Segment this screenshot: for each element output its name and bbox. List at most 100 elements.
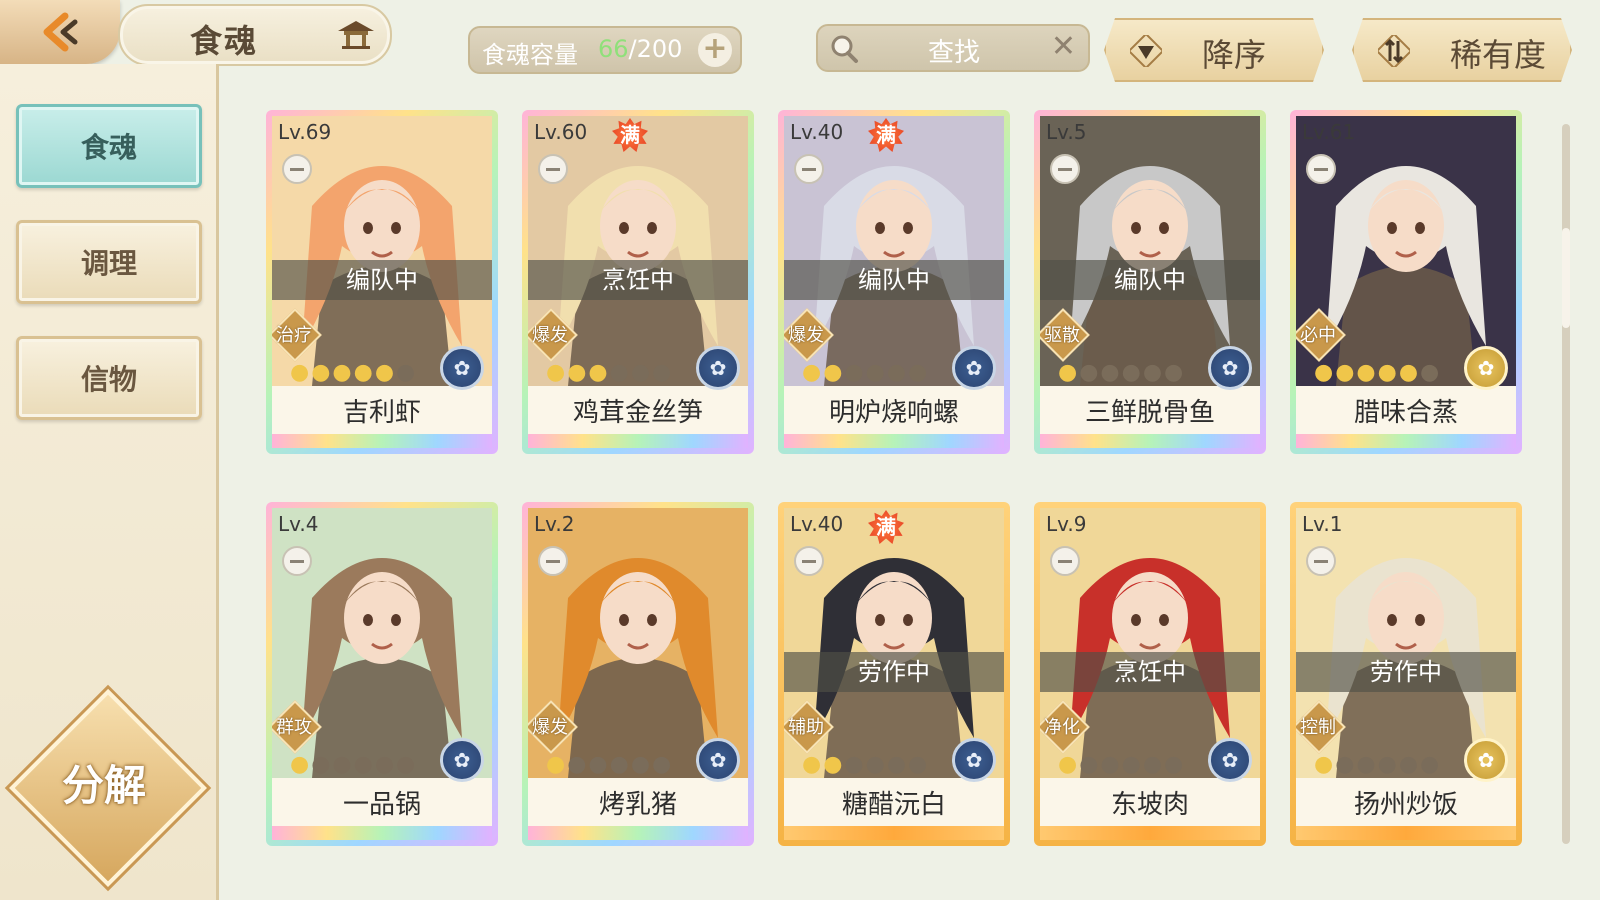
star-rating: ●●●●●● bbox=[290, 752, 418, 777]
element-emblem-icon: ✿ bbox=[952, 738, 996, 782]
element-emblem-icon: ✿ bbox=[1208, 346, 1252, 390]
rarity-strip bbox=[1296, 826, 1516, 840]
role-tag: 辅助 bbox=[784, 706, 830, 746]
scrollbar-thumb[interactable] bbox=[1562, 228, 1570, 328]
rarity-strip bbox=[1296, 434, 1516, 448]
star-rating: ●●●●●● bbox=[1314, 360, 1442, 385]
bowl-icon bbox=[1050, 546, 1080, 576]
sidebar-item-tokens[interactable]: 信物 bbox=[16, 336, 202, 420]
sort-key-button[interactable]: 稀有度 bbox=[1352, 18, 1572, 82]
rarity-strip bbox=[528, 826, 748, 840]
card-inner: Lv.9 烹饪中 净化 ●●●●●● ✿ 东坡肉 bbox=[1040, 508, 1260, 840]
food-soul-card[interactable]: Lv.60 满烹饪中 爆发 ●●●●●● ✿ 鸡茸金丝笋 bbox=[522, 110, 754, 454]
status-overlay: 劳作中 bbox=[784, 652, 1004, 692]
star-rating: ●●●●●● bbox=[546, 360, 674, 385]
search-icon bbox=[831, 35, 858, 63]
food-soul-name: 腊味合蒸 bbox=[1353, 398, 1458, 428]
element-emblem-icon: ✿ bbox=[440, 346, 484, 390]
food-soul-name: 烤乳猪 bbox=[598, 790, 677, 820]
bowl-icon bbox=[282, 546, 312, 576]
search-placeholder: 查找 bbox=[928, 38, 981, 68]
card-inner: Lv.4 群攻 ●●●●●● ✿ 一品锅 bbox=[272, 508, 492, 840]
bowl-icon bbox=[538, 546, 568, 576]
role-tag: 净化 bbox=[1040, 706, 1086, 746]
level-label: Lv.40 bbox=[790, 120, 844, 144]
star-rating: ●●●●●● bbox=[546, 752, 674, 777]
scrollbar[interactable] bbox=[1562, 124, 1570, 844]
status-overlay: 编队中 bbox=[1040, 260, 1260, 300]
swap-icon bbox=[1378, 35, 1410, 67]
rarity-strip bbox=[272, 826, 492, 840]
pavilion-icon[interactable] bbox=[326, 14, 386, 54]
star-rating: ●●●●●● bbox=[1058, 360, 1186, 385]
card-inner: Lv.2 爆发 ●●●●●● ✿ 烤乳猪 bbox=[528, 508, 748, 840]
card-inner: Lv.40 满劳作中 辅助 ●●●●●● ✿ 糖醋沅白 bbox=[784, 508, 1004, 840]
sidebar-item-food-souls[interactable]: 食魂 bbox=[16, 104, 202, 188]
bowl-icon bbox=[1306, 546, 1336, 576]
food-soul-name: 鸡茸金丝笋 bbox=[572, 398, 703, 428]
level-label: Lv.2 bbox=[534, 512, 575, 536]
level-label: Lv.60 bbox=[534, 120, 588, 144]
element-emblem-icon: ✿ bbox=[1464, 346, 1508, 390]
card-inner: Lv.61 必中 ●●●●●● ✿ 腊味合蒸 bbox=[1296, 116, 1516, 448]
capacity-count: 66/200 bbox=[598, 35, 683, 63]
role-tag: 必中 bbox=[1296, 314, 1342, 354]
food-soul-card[interactable]: Lv.40 满编队中 爆发 ●●●●●● ✿ 明炉烧响螺 bbox=[778, 110, 1010, 454]
rarity-strip bbox=[784, 826, 1004, 840]
element-emblem-icon: ✿ bbox=[440, 738, 484, 782]
level-label: Lv.9 bbox=[1046, 512, 1087, 536]
card-inner: Lv.60 满烹饪中 爆发 ●●●●●● ✿ 鸡茸金丝笋 bbox=[528, 116, 748, 448]
role-tag: 爆发 bbox=[784, 314, 830, 354]
food-soul-card[interactable]: Lv.61 必中 ●●●●●● ✿ 腊味合蒸 bbox=[1290, 110, 1522, 454]
element-emblem-icon: ✿ bbox=[696, 346, 740, 390]
level-label: Lv.4 bbox=[278, 512, 319, 536]
food-soul-card[interactable]: Lv.9 烹饪中 净化 ●●●●●● ✿ 东坡肉 bbox=[1034, 502, 1266, 846]
role-tag: 爆发 bbox=[528, 314, 574, 354]
food-soul-grid: Lv.69 编队中 治疗 ●●●●●● ✿ 吉利虾 Lv.60 满烹饪中 爆发 ●●●●●● ✿ 鸡茸… bbox=[266, 110, 1536, 850]
triangle-down-icon bbox=[1130, 35, 1162, 67]
sort-order-button[interactable]: 降序 bbox=[1104, 18, 1324, 82]
food-soul-card[interactable]: Lv.1 劳作中 控制 ●●●●●● ✿ 扬州炒饭 bbox=[1290, 502, 1522, 846]
decompose-label: 分解 bbox=[61, 761, 146, 810]
food-soul-name: 糖醋沅白 bbox=[841, 790, 946, 820]
food-soul-card[interactable]: Lv.69 编队中 治疗 ●●●●●● ✿ 吉利虾 bbox=[266, 110, 498, 454]
food-soul-name: 吉利虾 bbox=[342, 398, 421, 428]
status-overlay: 劳作中 bbox=[1296, 652, 1516, 692]
level-label: Lv.40 bbox=[790, 512, 844, 536]
top-bar: 食魂 食魂容量 66/200 + 查找 ✕ 降序 稀有度 bbox=[0, 0, 1600, 90]
add-capacity-button[interactable]: + bbox=[698, 33, 732, 67]
sort-key-label: 稀有度 bbox=[1450, 36, 1547, 74]
card-inner: Lv.69 编队中 治疗 ●●●●●● ✿ 吉利虾 bbox=[272, 116, 492, 448]
status-overlay: 编队中 bbox=[784, 260, 1004, 300]
food-soul-card[interactable]: Lv.40 满劳作中 辅助 ●●●●●● ✿ 糖醋沅白 bbox=[778, 502, 1010, 846]
status-overlay: 编队中 bbox=[272, 260, 492, 300]
level-label: Lv.1 bbox=[1302, 512, 1343, 536]
capacity-label: 食魂容量 bbox=[482, 41, 578, 69]
role-tag: 驱散 bbox=[1040, 314, 1086, 354]
food-soul-name: 扬州炒饭 bbox=[1353, 790, 1458, 820]
back-button[interactable] bbox=[0, 0, 120, 64]
element-emblem-icon: ✿ bbox=[696, 738, 740, 782]
search-input[interactable]: 查找 ✕ bbox=[816, 24, 1090, 72]
food-soul-card[interactable]: Lv.5 编队中 驱散 ●●●●●● ✿ 三鲜脱骨鱼 bbox=[1034, 110, 1266, 454]
bowl-icon bbox=[794, 154, 824, 184]
rarity-strip bbox=[272, 434, 492, 448]
role-tag: 爆发 bbox=[528, 706, 574, 746]
rarity-strip bbox=[528, 434, 748, 448]
rarity-strip bbox=[1040, 826, 1260, 840]
status-overlay: 烹饪中 bbox=[1040, 652, 1260, 692]
capacity-display: 食魂容量 66/200 + bbox=[468, 26, 742, 74]
card-inner: Lv.5 编队中 驱散 ●●●●●● ✿ 三鲜脱骨鱼 bbox=[1040, 116, 1260, 448]
status-overlay: 烹饪中 bbox=[528, 260, 748, 300]
rarity-strip bbox=[1040, 434, 1260, 448]
food-soul-name: 三鲜脱骨鱼 bbox=[1084, 398, 1215, 428]
role-tag: 治疗 bbox=[272, 314, 318, 354]
bowl-icon bbox=[1306, 154, 1336, 184]
level-label: Lv.69 bbox=[278, 120, 332, 144]
food-soul-card[interactable]: Lv.2 爆发 ●●●●●● ✿ 烤乳猪 bbox=[522, 502, 754, 846]
sidebar-item-conditioning[interactable]: 调理 bbox=[16, 220, 202, 304]
element-emblem-icon: ✿ bbox=[1464, 738, 1508, 782]
card-inner: Lv.1 劳作中 控制 ●●●●●● ✿ 扬州炒饭 bbox=[1296, 508, 1516, 840]
clear-icon[interactable]: ✕ bbox=[1051, 29, 1076, 64]
food-soul-card[interactable]: Lv.4 群攻 ●●●●●● ✿ 一品锅 bbox=[266, 502, 498, 846]
